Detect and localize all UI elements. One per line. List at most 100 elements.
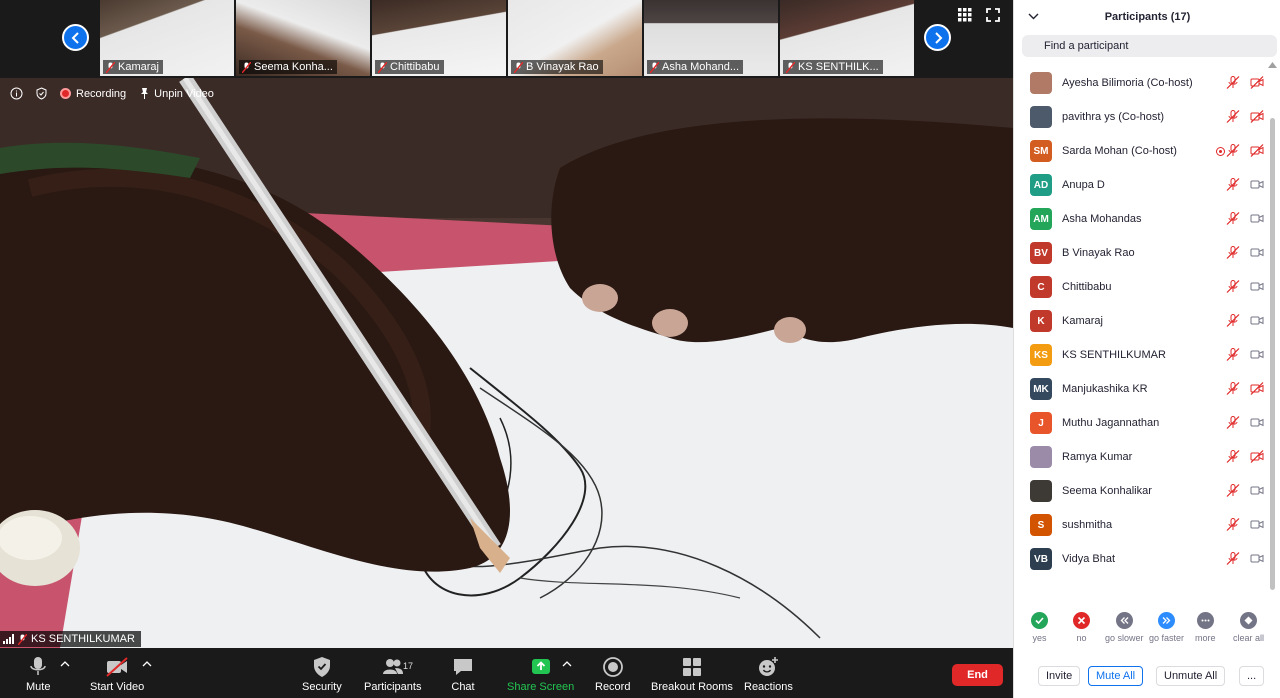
end-meeting-button[interactable]: End xyxy=(952,664,1003,686)
invite-button[interactable]: Invite xyxy=(1038,666,1081,686)
video-off-icon[interactable] xyxy=(1250,110,1264,123)
start-video-button[interactable]: Start Video xyxy=(90,656,144,693)
chevron-up-icon[interactable] xyxy=(60,660,70,668)
participant-row[interactable]: AM Asha Mohandas xyxy=(1014,202,1272,236)
participant-row[interactable]: J Muthu Jagannathan xyxy=(1014,406,1272,440)
participant-row[interactable]: BV B Vinayak Rao xyxy=(1014,236,1272,270)
mute-button[interactable]: Mute xyxy=(26,656,50,693)
mic-muted-icon[interactable] xyxy=(1226,280,1240,293)
participant-row[interactable]: Ramya Kumar xyxy=(1014,440,1272,474)
mic-muted-icon[interactable] xyxy=(1226,314,1240,327)
thumbnail-video[interactable]: Chittibabu xyxy=(372,0,506,76)
security-button[interactable]: Security xyxy=(302,656,342,693)
reaction-label: yes xyxy=(1032,633,1047,643)
unmute-all-button[interactable]: Unmute All xyxy=(1156,666,1226,686)
video-off-icon[interactable] xyxy=(1250,76,1264,89)
participant-row[interactable]: C Chittibabu xyxy=(1014,270,1272,304)
chevron-down-icon[interactable] xyxy=(1028,11,1039,21)
participant-row[interactable]: SM Sarda Mohan (Co-host) xyxy=(1014,134,1272,168)
mic-muted-icon[interactable] xyxy=(1226,212,1240,225)
video-camera-icon[interactable] xyxy=(1250,416,1264,429)
mic-muted-icon[interactable] xyxy=(1226,382,1240,395)
reaction-more-button[interactable]: more xyxy=(1195,612,1216,643)
participant-row[interactable]: pavithra ys (Co-host) xyxy=(1014,100,1272,134)
participant-name: Manjukashika KR xyxy=(1062,383,1148,395)
mic-muted-icon[interactable] xyxy=(1226,144,1240,157)
participant-list-scrollbar[interactable] xyxy=(1270,118,1275,590)
scroll-up-icon[interactable] xyxy=(1268,62,1277,68)
thumbnail-video[interactable]: Kamaraj xyxy=(100,0,234,76)
find-participant-input[interactable] xyxy=(1022,35,1277,57)
video-camera-icon[interactable] xyxy=(1250,348,1264,361)
participant-row[interactable]: Ssushmitha xyxy=(1014,508,1272,542)
shield-check-icon[interactable] xyxy=(35,87,48,100)
eraser-icon xyxy=(1244,616,1253,625)
participant-name: pavithra ys (Co-host) xyxy=(1062,111,1165,123)
mute-all-button[interactable]: Mute All xyxy=(1088,666,1144,686)
video-camera-icon[interactable] xyxy=(1250,552,1264,565)
previous-page-button[interactable] xyxy=(62,24,89,51)
participant-row[interactable]: Ayesha Bilimoria (Co-host) xyxy=(1014,66,1272,100)
participant-name: Chittibabu xyxy=(1062,281,1112,293)
video-camera-icon[interactable] xyxy=(1250,484,1264,497)
video-camera-icon[interactable] xyxy=(1250,280,1264,293)
thumbnail-video[interactable]: Asha Mohand... xyxy=(644,0,778,76)
mic-muted-icon[interactable] xyxy=(1226,348,1240,361)
participant-row[interactable]: KS KS SENTHILKUMAR xyxy=(1014,338,1272,372)
mic-muted-icon[interactable] xyxy=(1226,484,1240,497)
mic-muted-icon[interactable] xyxy=(1226,416,1240,429)
recording-icon xyxy=(1216,147,1225,156)
chat-button[interactable]: Chat xyxy=(451,656,475,693)
mic-muted-icon[interactable] xyxy=(1226,552,1240,565)
more-options-button[interactable]: ... xyxy=(1239,666,1265,686)
mic-muted-icon[interactable] xyxy=(1226,450,1240,463)
video-camera-icon[interactable] xyxy=(1250,246,1264,259)
avatar: KS xyxy=(1030,344,1052,366)
reaction-go-slower-button[interactable]: go slower xyxy=(1105,612,1144,643)
participant-status xyxy=(1226,450,1264,463)
chevron-up-icon[interactable] xyxy=(142,660,152,668)
reaction-label: go faster xyxy=(1149,633,1185,643)
gallery-grid-icon[interactable] xyxy=(958,8,972,22)
mic-muted-icon[interactable] xyxy=(1226,110,1240,123)
mic-muted-icon[interactable] xyxy=(1226,246,1240,259)
next-page-button[interactable] xyxy=(924,24,951,51)
main-video[interactable] xyxy=(0,78,1013,648)
reaction-clear-all-button[interactable]: clear all xyxy=(1233,612,1264,643)
chevron-up-icon[interactable] xyxy=(562,660,572,668)
record-button[interactable]: Record xyxy=(595,656,630,693)
video-off-icon[interactable] xyxy=(1250,382,1264,395)
participant-row[interactable]: AD Anupa D xyxy=(1014,168,1272,202)
fullscreen-icon[interactable] xyxy=(986,8,1000,22)
recording-indicator[interactable]: Recording xyxy=(60,88,126,100)
reaction-icon xyxy=(1031,612,1048,629)
participant-status xyxy=(1226,144,1264,157)
mic-muted-icon[interactable] xyxy=(1226,178,1240,191)
breakout-rooms-button[interactable]: Breakout Rooms xyxy=(651,656,733,693)
reactions-button[interactable]: Reactions xyxy=(744,656,793,693)
participant-row[interactable]: K Kamaraj xyxy=(1014,304,1272,338)
reaction-yes-button[interactable]: yes xyxy=(1031,612,1048,643)
thumbnail-video[interactable]: B Vinayak Rao xyxy=(508,0,642,76)
reaction-no-button[interactable]: no xyxy=(1073,612,1090,643)
participant-row[interactable]: Seema Konhalikar xyxy=(1014,474,1272,508)
participant-row[interactable]: VB Vidya Bhat xyxy=(1014,542,1272,576)
video-camera-icon[interactable] xyxy=(1250,178,1264,191)
video-camera-icon[interactable] xyxy=(1250,212,1264,225)
video-camera-icon[interactable] xyxy=(1250,518,1264,531)
video-off-icon[interactable] xyxy=(1250,450,1264,463)
mic-muted-icon[interactable] xyxy=(1226,76,1240,89)
unpin-video-button[interactable]: Unpin Video xyxy=(138,87,214,100)
info-icon[interactable] xyxy=(10,87,23,100)
thumbnail-video[interactable]: Seema Konha... xyxy=(236,0,370,76)
avatar xyxy=(1030,106,1052,128)
mic-muted-icon xyxy=(242,61,251,73)
mic-muted-icon[interactable] xyxy=(1226,518,1240,531)
thumbnail-video-active[interactable]: KS SENTHILK... xyxy=(780,0,914,76)
avatar: MK xyxy=(1030,378,1052,400)
video-off-icon[interactable] xyxy=(1250,144,1264,157)
participant-row[interactable]: MK Manjukashika KR xyxy=(1014,372,1272,406)
reaction-go-faster-button[interactable]: go faster xyxy=(1149,612,1184,643)
participants-icon xyxy=(382,659,403,674)
video-camera-icon[interactable] xyxy=(1250,314,1264,327)
